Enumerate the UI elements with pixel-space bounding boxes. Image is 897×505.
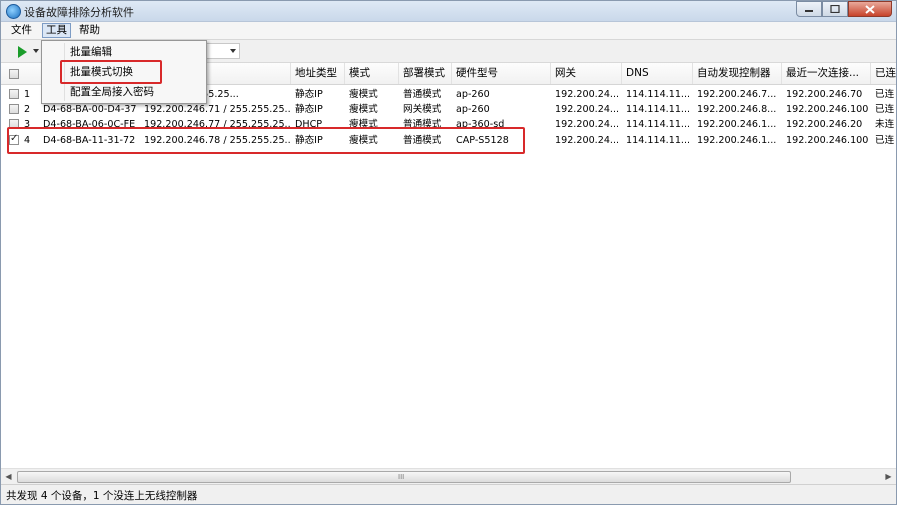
controller-cell: 192.200.246.7... [697, 89, 777, 100]
controller-cell: 192.200.246.1... [697, 119, 777, 130]
last-conn-cell: 192.200.246.100 [786, 135, 869, 146]
header-deploy[interactable]: 部署模式 [399, 63, 452, 84]
scroll-right-icon[interactable]: ▶ [881, 469, 896, 484]
menu-bar: 文件 工具 帮助 [1, 22, 896, 40]
addr-type-cell: 静态IP [295, 104, 323, 115]
dns-cell: 114.114.11... [626, 104, 691, 115]
ip-cell: 192.200.246.71 / 255.255.25... [144, 104, 290, 115]
header-status[interactable]: 已连 [871, 63, 896, 84]
status-cell: 已连 [875, 104, 895, 115]
controller-cell: 192.200.246.1... [697, 135, 777, 146]
hw-cell: ap-260 [456, 104, 490, 115]
status-bar: 共发现 4 个设备，1 个没连上无线控制器 [1, 484, 896, 504]
window-controls [796, 1, 892, 18]
scroll-left-icon[interactable]: ◀ [1, 469, 16, 484]
table-row[interactable]: 2 D4-68-BA-00-D4-37 192.200.246.71 / 255… [1, 102, 896, 117]
hw-cell: ap-260 [456, 89, 490, 100]
dns-cell: 114.114.11... [626, 119, 691, 130]
chevron-down-icon [230, 49, 236, 53]
addr-type-cell: 静态IP [295, 89, 323, 100]
maximize-icon [830, 5, 840, 13]
play-icon[interactable] [18, 46, 27, 58]
menu-item-global-password[interactable]: 配置全局接入密码 [42, 83, 206, 101]
row-checkbox[interactable] [9, 104, 19, 114]
close-button[interactable] [848, 1, 892, 17]
dns-cell: 114.114.11... [626, 135, 691, 146]
scrollbar-grip-icon: III [398, 473, 405, 481]
last-conn-cell: 192.200.246.100 [786, 104, 869, 115]
row-checkbox[interactable] [9, 89, 19, 99]
menu-tools[interactable]: 工具 [42, 23, 71, 38]
row-number: 1 [24, 89, 31, 100]
dns-cell: 114.114.11... [626, 89, 691, 100]
header-dns[interactable]: DNS [622, 63, 693, 84]
gateway-cell: 192.200.24... [555, 104, 620, 115]
app-window: 设备故障排除分析软件 文件 工具 帮助 地址类型 模式 部署模式 硬件型号 网关… [0, 0, 897, 505]
menu-file[interactable]: 文件 [8, 24, 35, 37]
last-conn-cell: 192.200.246.70 [786, 89, 863, 100]
scrollbar-thumb[interactable]: III [17, 471, 791, 483]
status-text: 共发现 4 个设备，1 个没连上无线控制器 [6, 490, 198, 502]
minimize-button[interactable] [796, 1, 822, 17]
highlight-box-row [7, 127, 525, 154]
gateway-cell: 192.200.24... [555, 119, 620, 130]
close-icon [865, 4, 875, 14]
play-dropdown-arrow-icon[interactable] [33, 49, 39, 53]
gateway-cell: 192.200.24... [555, 135, 620, 146]
status-cell: 未连 [875, 119, 895, 130]
toolbar-combo[interactable] [206, 43, 240, 59]
row-number: 2 [24, 104, 31, 115]
minimize-icon [805, 10, 813, 12]
mode-cell: 瘦模式 [349, 89, 378, 100]
gateway-cell: 192.200.24... [555, 89, 620, 100]
header-gateway[interactable]: 网关 [551, 63, 622, 84]
header-last-conn[interactable]: 最近一次连接... [782, 63, 871, 84]
status-cell: 已连 [875, 89, 895, 100]
deploy-cell: 普通模式 [403, 89, 442, 100]
title-bar: 设备故障排除分析软件 [1, 1, 896, 22]
status-cell: 已连 [875, 135, 895, 146]
header-controller[interactable]: 自动发现控制器 [693, 63, 782, 84]
horizontal-scrollbar[interactable]: ◀ III ▶ [1, 468, 896, 484]
mac-cell: D4-68-BA-00-D4-37 [43, 104, 137, 115]
select-all-checkbox[interactable] [9, 69, 19, 79]
window-title: 设备故障排除分析软件 [24, 6, 134, 19]
header-addr-type[interactable]: 地址类型 [291, 63, 345, 84]
header-hw[interactable]: 硬件型号 [452, 63, 551, 84]
menu-help[interactable]: 帮助 [76, 24, 103, 37]
highlight-box-menu [60, 60, 162, 84]
mode-cell: 瘦模式 [349, 104, 378, 115]
header-mode[interactable]: 模式 [345, 63, 399, 84]
last-conn-cell: 192.200.246.20 [786, 119, 863, 130]
app-icon [6, 4, 21, 19]
menu-item-batch-edit[interactable]: 批量编辑 [42, 43, 206, 61]
controller-cell: 192.200.246.8... [697, 104, 777, 115]
deploy-cell: 网关模式 [403, 104, 442, 115]
maximize-button[interactable] [822, 1, 848, 17]
